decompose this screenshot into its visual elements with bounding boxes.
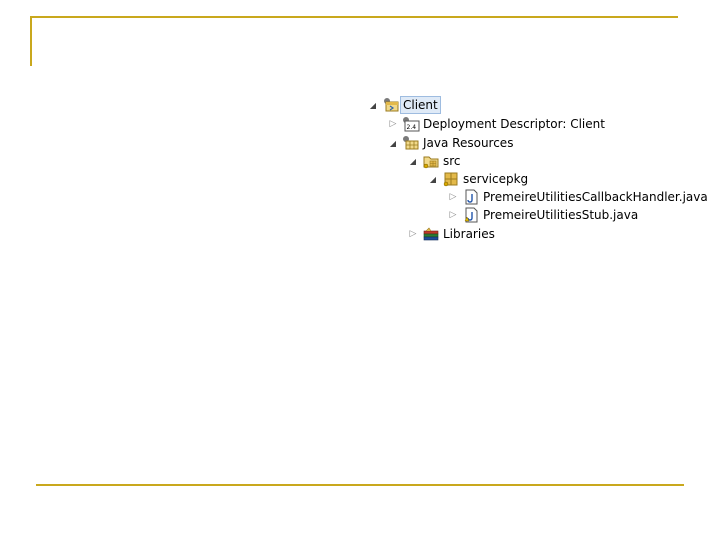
collapse-arrow-icon[interactable]: ▷ <box>448 192 458 202</box>
collapse-arrow-icon[interactable]: ▷ <box>408 229 418 239</box>
tree-node-src[interactable]: ◢ src <box>408 152 461 170</box>
java-resources-icon <box>402 135 420 151</box>
tree-node-label: Libraries <box>443 227 495 241</box>
tree-node-callback-handler-java[interactable]: ▷ PremeireUtilitiesCallbackHandler.java <box>448 188 708 206</box>
package-icon <box>442 171 460 187</box>
tree-node-deployment-descriptor[interactable]: ▷ 2.4 Deployment Descriptor: Client <box>388 115 605 133</box>
collapse-arrow-icon[interactable]: ▷ <box>388 119 398 129</box>
tree-node-label: PremeireUtilitiesCallbackHandler.java <box>483 190 708 204</box>
libraries-icon <box>422 226 440 242</box>
tree-node-libraries[interactable]: ▷ Libraries <box>408 225 495 243</box>
tree-node-label: src <box>443 154 461 168</box>
tree-node-label: Client <box>400 96 441 114</box>
expand-arrow-icon[interactable]: ◢ <box>368 100 378 110</box>
expand-arrow-icon[interactable]: ◢ <box>408 156 418 166</box>
svg-text:2.4: 2.4 <box>407 124 417 131</box>
slide-border-left <box>30 16 32 66</box>
java-file-icon <box>462 189 480 205</box>
tree-node-stub-java[interactable]: ▷ PremeireUtilitiesStub.java <box>448 206 638 224</box>
java-file-icon <box>462 207 480 223</box>
collapse-arrow-icon[interactable]: ▷ <box>448 210 458 220</box>
expand-arrow-icon[interactable]: ◢ <box>428 174 438 184</box>
tree-node-label: PremeireUtilitiesStub.java <box>483 208 639 222</box>
slide-border-bottom <box>36 484 684 486</box>
tree-node-label: Java Resources <box>423 136 514 150</box>
project-icon <box>382 97 400 113</box>
source-folder-icon <box>422 153 440 169</box>
tree-node-java-resources[interactable]: ◢ Java Resources <box>388 134 513 152</box>
deployment-descriptor-icon: 2.4 <box>402 116 420 132</box>
tree-node-client[interactable]: ◢ Client <box>368 96 441 114</box>
tree-node-label: Deployment Descriptor: Client <box>423 117 605 131</box>
expand-arrow-icon[interactable]: ◢ <box>388 138 398 148</box>
tree-node-servicepkg[interactable]: ◢ servicepkg <box>428 170 528 188</box>
slide-border-top <box>30 16 678 18</box>
tree-node-label: servicepkg <box>463 172 529 186</box>
